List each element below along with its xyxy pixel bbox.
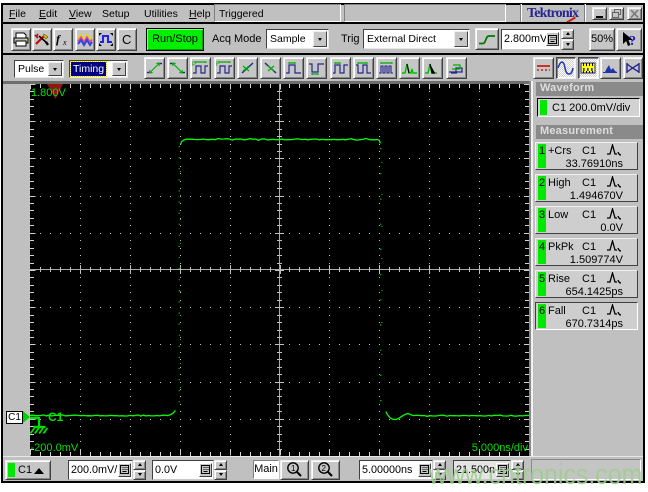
svg-text:?: ? [629,34,636,48]
svg-text:2: 2 [321,464,326,473]
svg-text:P: P [192,62,196,68]
svg-text:x: x [62,38,67,47]
svg-text:F: F [216,62,220,68]
svg-text:C1: C1 [48,410,64,424]
svg-text:f: f [56,32,61,46]
svg-text:1: 1 [291,464,296,473]
svg-text:C: C [122,32,131,47]
svg-text:5.000ns/div: 5.000ns/div [472,442,529,454]
svg-text:1.800V: 1.800V [31,87,67,99]
svg-text:-200.0mV: -200.0mV [31,442,79,454]
